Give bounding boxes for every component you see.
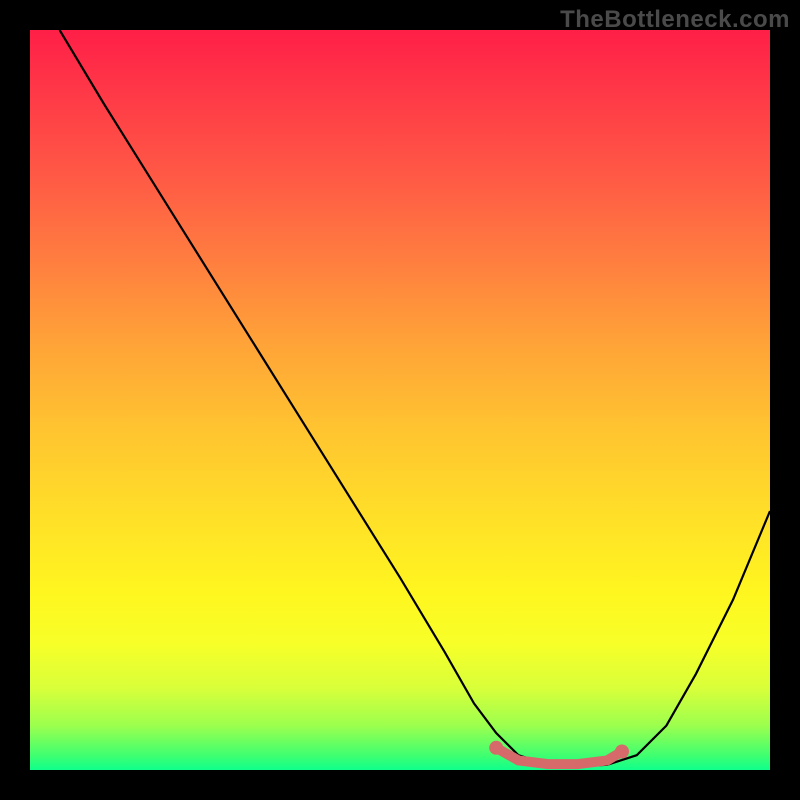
chart-frame: TheBottleneck.com <box>0 0 800 800</box>
plot-area <box>30 30 770 770</box>
curve-layer <box>30 30 770 770</box>
optimal-range-highlight <box>496 748 622 764</box>
bottleneck-curve <box>60 30 770 766</box>
highlight-dot-left <box>489 741 503 755</box>
highlight-dot-right <box>615 745 629 759</box>
